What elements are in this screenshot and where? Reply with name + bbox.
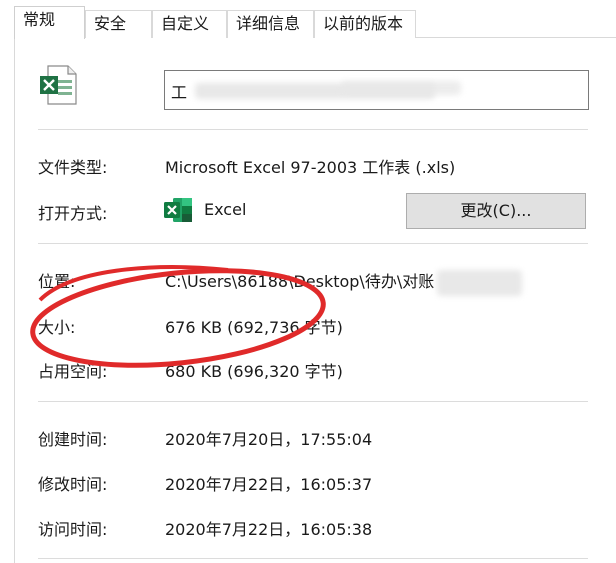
size-on-disk-label: 占用空间: <box>38 362 108 381</box>
separator <box>38 401 588 402</box>
size-on-disk-value: 680 KB (696,320 字节) <box>165 362 343 381</box>
separator <box>38 129 588 130</box>
file-name-input[interactable]: 工 <box>164 70 589 110</box>
tab-previous-versions[interactable]: 以前的版本 <box>314 10 416 38</box>
tab-security[interactable]: 安全 <box>85 10 152 38</box>
accessed-value: 2020年7月22日，16:05:38 <box>165 520 373 539</box>
accessed-label: 访问时间: <box>38 520 108 539</box>
change-button[interactable]: 更改(C)... <box>406 193 586 229</box>
redacted-filename-2 <box>341 81 461 95</box>
size-value: 676 KB (692,736 字节) <box>165 318 343 337</box>
location-label: 位置: <box>38 272 76 291</box>
created-label: 创建时间: <box>38 430 108 449</box>
file-type-value: Microsoft Excel 97-2003 工作表 (.xls) <box>165 158 456 177</box>
created-value: 2020年7月20日，17:55:04 <box>165 430 373 449</box>
tab-bar: 常规 安全 自定义 详细信息 以前的版本 <box>14 6 616 39</box>
modified-label: 修改时间: <box>38 475 108 494</box>
excel-app-icon <box>164 198 192 222</box>
excel-file-icon <box>40 65 77 105</box>
tab-general[interactable]: 常规 <box>14 6 85 39</box>
size-label: 大小: <box>38 318 76 337</box>
tab-details[interactable]: 详细信息 <box>227 10 314 38</box>
separator <box>38 558 588 559</box>
open-with-app-name: Excel <box>204 200 247 219</box>
tab-custom[interactable]: 自定义 <box>152 10 227 38</box>
open-with-label: 打开方式: <box>38 204 108 223</box>
file-name-text: 工 <box>171 83 188 102</box>
redacted-location <box>437 270 522 296</box>
location-value: C:\Users\86188\Desktop\待办\对账 <box>165 272 435 291</box>
separator <box>38 243 588 244</box>
file-type-label: 文件类型: <box>38 158 108 177</box>
modified-value: 2020年7月22日，16:05:37 <box>165 475 373 494</box>
